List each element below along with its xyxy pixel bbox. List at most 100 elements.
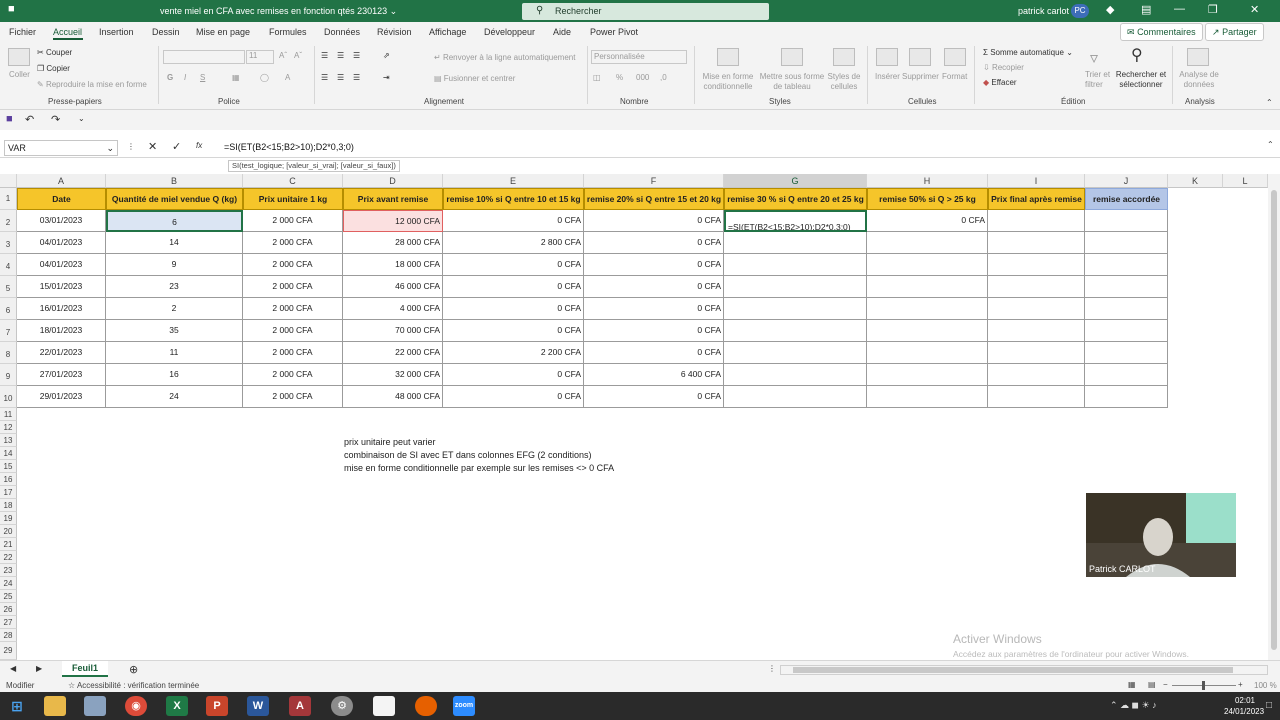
row-header[interactable]: 24 [0,577,17,590]
clear-button[interactable]: ◆ Effacer [983,78,1017,87]
row-header[interactable]: 16 [0,473,17,486]
row-header[interactable]: 3 [0,232,17,254]
shrink-font-button[interactable]: Aˇ [294,51,302,60]
comments-button[interactable]: ✉ Commentaires [1120,23,1203,41]
column-header-selected[interactable]: G [724,174,867,188]
data-cell[interactable]: 27/01/2023 [17,364,106,386]
align-middle-icon[interactable]: ☰ [337,51,344,60]
row-header[interactable]: 11 [0,408,17,421]
data-cell[interactable] [988,254,1085,276]
firefox-icon[interactable] [415,696,437,716]
indent-icon[interactable]: ⇥ [383,73,390,82]
data-cell[interactable] [1085,210,1168,232]
data-cell[interactable]: 6 400 CFA [584,364,724,386]
referenced-cell[interactable]: 12 000 CFA [343,210,443,232]
tab-aide[interactable]: Aide [553,27,571,37]
data-cell[interactable]: 0 CFA [584,298,724,320]
data-cell[interactable] [724,386,867,408]
orientation-icon[interactable]: ⇗ [383,51,390,60]
data-cell[interactable]: 04/01/2023 [17,232,106,254]
row-header[interactable]: 10 [0,386,17,408]
data-cell[interactable] [1085,298,1168,320]
clock-date[interactable]: 24/01/2023 [1224,707,1264,716]
column-header[interactable]: E [443,174,584,188]
share-button[interactable]: ↗ Partager [1205,23,1264,41]
tab-insertion[interactable]: Insertion [99,27,134,37]
data-cell[interactable] [988,364,1085,386]
sheet-tab-feuil1[interactable]: Feuil1 [62,661,108,677]
data-cell[interactable]: 0 CFA [443,364,584,386]
data-cell[interactable]: 0 CFA [584,276,724,298]
data-cell[interactable]: 18 000 CFA [343,254,443,276]
find-icon[interactable]: ⚲ [1131,45,1143,65]
format-cells-icon[interactable] [944,48,966,66]
ribbon-display-icon[interactable]: ▤ [1141,3,1151,16]
tab-power-pivot[interactable]: Power Pivot [590,27,638,37]
settings-app-icon[interactable]: ⚙ [331,696,353,716]
column-header[interactable]: I [988,174,1085,188]
data-cell[interactable] [1085,276,1168,298]
wrap-text-button[interactable]: ↵ Renvoyer à la ligne automatiquement [434,53,575,62]
find-select-button[interactable]: Rechercher et sélectionner [1115,70,1167,90]
fill-button[interactable]: ⇩ Recopier [983,63,1024,72]
column-header[interactable]: H [867,174,988,188]
tab-affichage[interactable]: Affichage [429,27,466,37]
column-header[interactable]: C [243,174,343,188]
data-cell[interactable]: 2 000 CFA [243,342,343,364]
windows-start-icon[interactable]: ⊞ [6,696,28,716]
header-cell[interactable]: Prix final après remise [988,188,1085,210]
expand-formula-icon[interactable]: ⌃ [1267,140,1274,149]
page-layout-icon[interactable]: ▤ [1148,680,1156,689]
data-cell[interactable]: 35 [106,320,243,342]
row-header[interactable]: 22 [0,551,17,564]
zoom-in-icon[interactable]: + [1238,680,1243,689]
tab-donnees[interactable]: Données [324,27,360,37]
data-cell[interactable] [724,298,867,320]
tab-fichier[interactable]: Fichier [9,27,36,37]
grow-font-button[interactable]: Aˆ [279,51,287,60]
number-format-select[interactable]: Personnalisée [591,50,687,64]
data-cell[interactable] [867,298,988,320]
data-cell[interactable]: 2 000 CFA [243,364,343,386]
row-header[interactable]: 23 [0,564,17,577]
data-cell[interactable]: 22/01/2023 [17,342,106,364]
data-cell[interactable] [988,232,1085,254]
data-cell[interactable]: 29/01/2023 [17,386,106,408]
add-sheet-icon[interactable]: ⊕ [129,663,138,676]
row-header[interactable]: 28 [0,629,17,642]
insert-function-icon[interactable]: fx [196,141,202,150]
format-button[interactable]: Format [942,72,967,81]
row-header[interactable]: 17 [0,486,17,499]
data-cell[interactable] [1085,232,1168,254]
active-edit-cell[interactable]: =SI(ET(B2<15;B2>10);D2*0,3;0) [724,210,867,232]
data-cell[interactable] [1085,386,1168,408]
data-cell[interactable]: 22 000 CFA [343,342,443,364]
underline-button[interactable]: S [200,73,205,82]
data-cell[interactable]: 2 000 CFA [243,298,343,320]
prev-sheet-icon[interactable]: ◀ [10,664,16,673]
data-cell[interactable] [988,298,1085,320]
zoom-slider-thumb[interactable] [1202,681,1205,690]
row-header[interactable]: 27 [0,616,17,629]
data-cell[interactable]: 15/01/2023 [17,276,106,298]
data-cell[interactable]: 0 CFA [443,210,584,232]
data-cell[interactable]: 0 CFA [443,386,584,408]
data-cell[interactable] [988,320,1085,342]
access-icon[interactable]: A [289,696,311,716]
data-cell[interactable] [1085,364,1168,386]
font-color-icon[interactable]: A [285,73,290,82]
row-header[interactable]: 26 [0,603,17,616]
file-explorer-icon[interactable] [44,696,66,716]
header-cell[interactable]: Quantité de miel vendue Q (kg) [106,188,243,210]
name-box[interactable]: VAR ⌄ [4,140,118,156]
diamond-icon[interactable]: ◆ [1106,3,1114,16]
data-cell[interactable] [867,276,988,298]
cancel-entry-icon[interactable]: ✕ [148,140,157,153]
font-family-select[interactable] [163,50,245,64]
formula-input[interactable]: =SI(ET(B2<15;B2>10);D2*0,3;0) [224,142,354,152]
data-cell[interactable]: 14 [106,232,243,254]
data-cell[interactable]: 2 200 CFA [443,342,584,364]
data-cell[interactable]: 9 [106,254,243,276]
row-header[interactable]: 8 [0,342,17,364]
data-cell[interactable] [724,342,867,364]
